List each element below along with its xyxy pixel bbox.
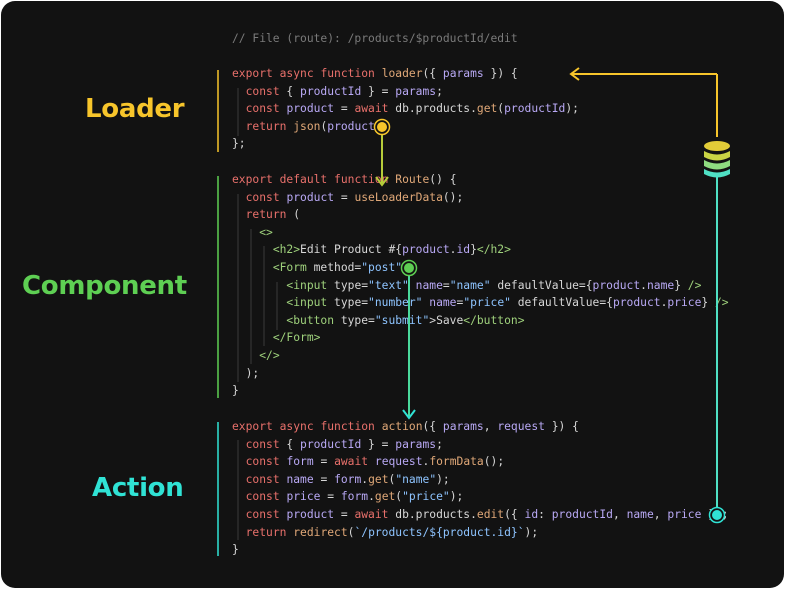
- form-submit-node: [402, 261, 416, 275]
- action-edit-node: [710, 508, 724, 522]
- loader-return-node: [375, 120, 389, 134]
- database-icon: [704, 141, 730, 178]
- flow-overlay: [217, 67, 730, 556]
